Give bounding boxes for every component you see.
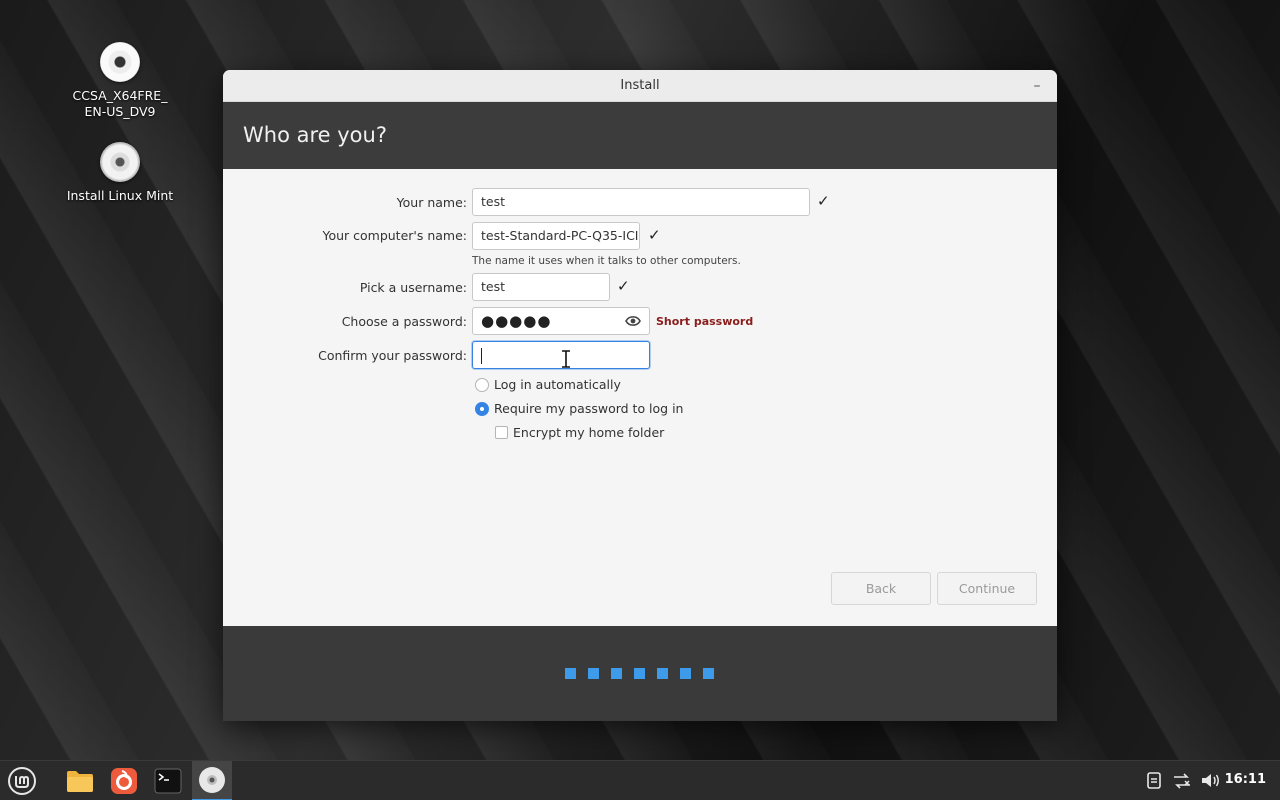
username-field[interactable]: test [472,273,610,301]
linux-mint-logo-icon [8,767,36,795]
login-automatically-label: Log in automatically [494,377,621,392]
username-label: Pick a username: [359,280,467,295]
encrypt-home-label: Encrypt my home folder [513,425,665,440]
require-password-option[interactable]: Require my password to log in [475,401,683,416]
password-strength-label: Short password [656,315,754,328]
install-disc-icon [100,142,140,182]
taskbar: 16:11 [0,760,1280,800]
disc-icon [100,42,140,82]
continue-button[interactable]: Continue [937,572,1037,605]
installer-footer [223,626,1057,721]
installer-window: Install – Who are you? Your name: test ✓… [223,70,1057,721]
terminal-icon [154,768,182,794]
text-caret [481,347,482,364]
volume-icon[interactable] [1201,772,1221,789]
name-label: Your name: [396,195,467,210]
desktop-icon-label: Install Linux Mint [66,188,174,203]
computer-name-valid-check-icon: ✓ [648,226,661,244]
folder-icon [67,771,93,792]
user-form: Your name: test ✓ Your computer's name: … [223,169,1057,626]
window-title: Install [620,78,660,93]
progress-step [565,668,576,679]
password-value: ●●●●● [481,312,552,330]
username-valid-check-icon: ✓ [617,277,630,295]
notes-icon[interactable] [1147,772,1161,789]
minimize-button[interactable]: – [1027,76,1047,96]
back-button[interactable]: Back [831,572,931,605]
progress-step [703,668,714,679]
firefox-icon [111,768,137,794]
desktop-icon-ccsa[interactable]: CCSA_X64FRE_ EN-US_DV9 [60,42,180,120]
login-automatically-option[interactable]: Log in automatically [475,377,621,392]
progress-step [657,668,668,679]
computer-name-field[interactable]: test-Standard-PC-Q35-ICI [472,222,640,250]
password-label: Choose a password: [341,314,467,329]
desktop-icon-install-linux-mint[interactable]: Install Linux Mint [60,142,180,204]
progress-step [588,668,599,679]
firefox-launcher[interactable] [104,761,144,800]
page-header: Who are you? [223,102,1057,169]
progress-step [634,668,645,679]
desktop-icon-label: EN-US_DV9 [84,104,156,119]
encrypt-home-option[interactable]: Encrypt my home folder [495,425,664,440]
window-titlebar[interactable]: Install – [223,70,1057,102]
network-disconnected-icon[interactable] [1172,773,1192,789]
install-disc-icon [199,767,225,793]
computer-name-hint: The name it uses when it talks to other … [472,255,741,267]
progress-step [611,668,622,679]
require-password-radio[interactable] [475,401,489,416]
encrypt-home-checkbox[interactable] [495,426,508,439]
confirm-password-label: Confirm your password: [318,348,467,363]
require-password-label: Require my password to log in [494,401,684,416]
menu-button[interactable] [2,761,42,800]
name-field[interactable]: test [472,188,810,216]
password-field[interactable]: ●●●●● [472,307,650,335]
progress-step [680,668,691,679]
ibeam-cursor-icon [562,350,570,368]
step-progress [565,668,714,679]
page-title: Who are you? [243,123,387,147]
files-launcher[interactable] [60,761,100,800]
computer-name-label: Your computer's name: [322,228,467,243]
clock[interactable]: 16:11 [1225,772,1266,787]
desktop-icon-label: CCSA_X64FRE_ [72,88,168,103]
eye-icon[interactable] [625,315,641,327]
terminal-launcher[interactable] [148,761,188,800]
login-automatically-radio[interactable] [475,377,489,392]
name-valid-check-icon: ✓ [817,192,830,210]
installer-taskbar-button[interactable] [192,761,232,800]
